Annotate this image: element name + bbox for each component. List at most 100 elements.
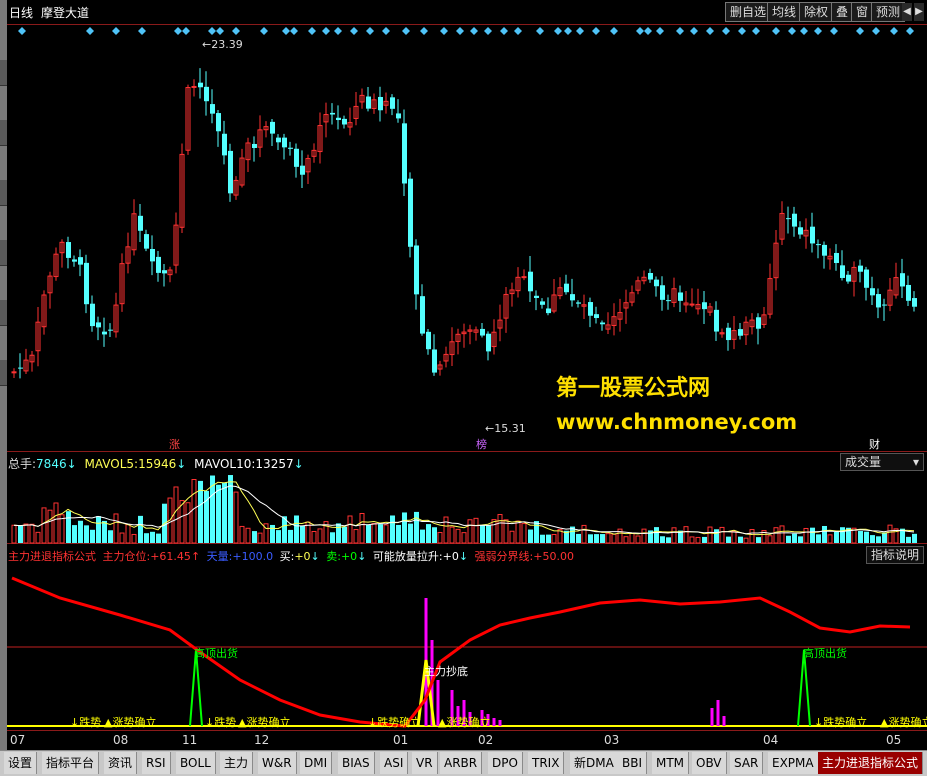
tab-indicator-platform[interactable]: 指标平台	[42, 752, 100, 774]
volume-bar	[96, 516, 101, 543]
tab-mtm[interactable]: MTM	[652, 752, 690, 774]
signal-diamond-icon	[382, 27, 390, 35]
tab-new-dma[interactable]: 新DMA	[570, 752, 619, 774]
volume-bar	[726, 536, 731, 543]
candle-body	[72, 259, 77, 262]
kline-chart[interactable]	[0, 0, 927, 750]
tab-asi[interactable]: ASI	[380, 752, 409, 774]
signal-diamond-icon	[334, 27, 342, 35]
volume-bar	[600, 534, 605, 543]
date-tick: 12	[254, 733, 270, 747]
volume-bar	[816, 534, 821, 543]
signal-diamond-icon	[260, 27, 268, 35]
candle-body	[654, 279, 659, 287]
volume-header: 总手:7846↓ MAVOL5:15946↓ MAVOL10:13257↓	[8, 457, 304, 471]
signal-diamond-icon	[86, 27, 94, 35]
tab-obv[interactable]: OBV	[692, 752, 727, 774]
candle-body	[144, 234, 149, 249]
candle-body	[420, 296, 425, 334]
signal-diamond-icon	[500, 27, 508, 35]
tab-main-force-formula[interactable]: 主力进退指标公式	[818, 752, 924, 774]
signal-diamond-icon	[420, 27, 428, 35]
tab-boll[interactable]: BOLL	[176, 752, 216, 774]
volume-bar	[594, 534, 599, 543]
candle-body	[288, 147, 293, 149]
tab-dpo[interactable]: DPO	[488, 752, 523, 774]
high-arrow-icon: ←	[202, 38, 212, 51]
signal-trend-confirm: ▲涨势确立	[104, 716, 157, 729]
volume-bar	[611, 533, 617, 544]
volume-bar	[756, 537, 761, 543]
tab-trix[interactable]: TRIX	[528, 752, 565, 774]
candle-body	[11, 371, 17, 374]
tab-settings[interactable]: 设置	[4, 752, 38, 774]
volume-bar	[342, 526, 347, 543]
tab-dmi[interactable]: DMI	[300, 752, 333, 774]
volume-bar	[743, 537, 749, 544]
candle-body	[564, 283, 569, 293]
volume-bar	[623, 536, 629, 544]
top-exit-spike	[189, 649, 203, 727]
volume-bar	[191, 479, 197, 544]
candle-body	[786, 218, 791, 220]
volume-bar	[336, 523, 341, 543]
candle-body	[714, 309, 719, 332]
volume-bar	[870, 535, 875, 543]
tab-vr[interactable]: VR	[412, 752, 438, 774]
volume-bar	[383, 524, 389, 544]
volume-bar	[366, 524, 371, 543]
volume-bar	[714, 529, 719, 543]
volume-bar	[534, 521, 539, 543]
indicator-header: 主力进退指标公式 主力仓位:+61.45↑ 天量:+100.0 买:+0↓ 卖:…	[8, 550, 574, 563]
signal-fall-confirm: ↓跌势	[205, 716, 237, 729]
volume-bar	[749, 529, 755, 544]
volume-bar	[317, 528, 323, 544]
volume-bar	[144, 533, 149, 543]
signal-diamond-icon	[592, 27, 600, 35]
candle-body	[252, 143, 257, 149]
tab-sar[interactable]: SAR	[730, 752, 764, 774]
volume-bar	[515, 520, 521, 544]
date-tick: 11	[182, 733, 198, 747]
candle-body	[366, 96, 371, 109]
volume-bar	[588, 534, 593, 543]
tab-arbr[interactable]: ARBR	[440, 752, 483, 774]
signal-diamond-icon	[216, 27, 224, 35]
tab-main-force[interactable]: 主力	[220, 752, 254, 774]
tab-rsi[interactable]: RSI	[142, 752, 171, 774]
tab-expma[interactable]: EXPMA	[768, 752, 819, 774]
volume-bar	[239, 525, 245, 544]
mavol5-line	[13, 481, 915, 536]
volume-bar	[371, 523, 377, 544]
volume-bar	[671, 527, 677, 544]
signal-diamond-icon	[138, 27, 146, 35]
candle-body	[588, 302, 593, 316]
tab-bbi[interactable]: BBI	[618, 752, 648, 774]
volume-bar	[546, 534, 551, 543]
low-arrow-icon: ←	[485, 422, 495, 435]
volume-bar	[803, 527, 809, 544]
mavol10-line	[13, 485, 915, 535]
signal-diamond-icon	[636, 27, 644, 35]
indicator-help-button[interactable]: 指标说明	[865, 546, 924, 564]
tab-news[interactable]: 资讯	[104, 752, 138, 774]
volume-bar	[432, 527, 437, 543]
volume-bar	[509, 530, 515, 544]
volume-bar	[810, 527, 815, 543]
signal-diamond-icon	[290, 27, 298, 35]
volume-bar	[882, 532, 887, 543]
volume-bar	[689, 536, 695, 544]
volume-bar	[228, 475, 233, 543]
event-tag-bang[interactable]: 榜	[476, 436, 487, 452]
candle-body	[138, 215, 143, 231]
tab-wr[interactable]: W&R	[258, 752, 297, 774]
volume-bar	[23, 523, 29, 544]
date-tick: 04	[763, 733, 779, 747]
candle-body	[570, 294, 575, 301]
event-tag-cai[interactable]: 财	[869, 436, 880, 452]
tab-bias[interactable]: BIAS	[338, 752, 375, 774]
signal-diamond-icon	[282, 27, 290, 35]
event-tag-zhang[interactable]: 涨	[169, 436, 180, 452]
volume-bar	[185, 502, 191, 544]
volume-indicator-select[interactable]: 成交量 ▾	[840, 453, 924, 471]
